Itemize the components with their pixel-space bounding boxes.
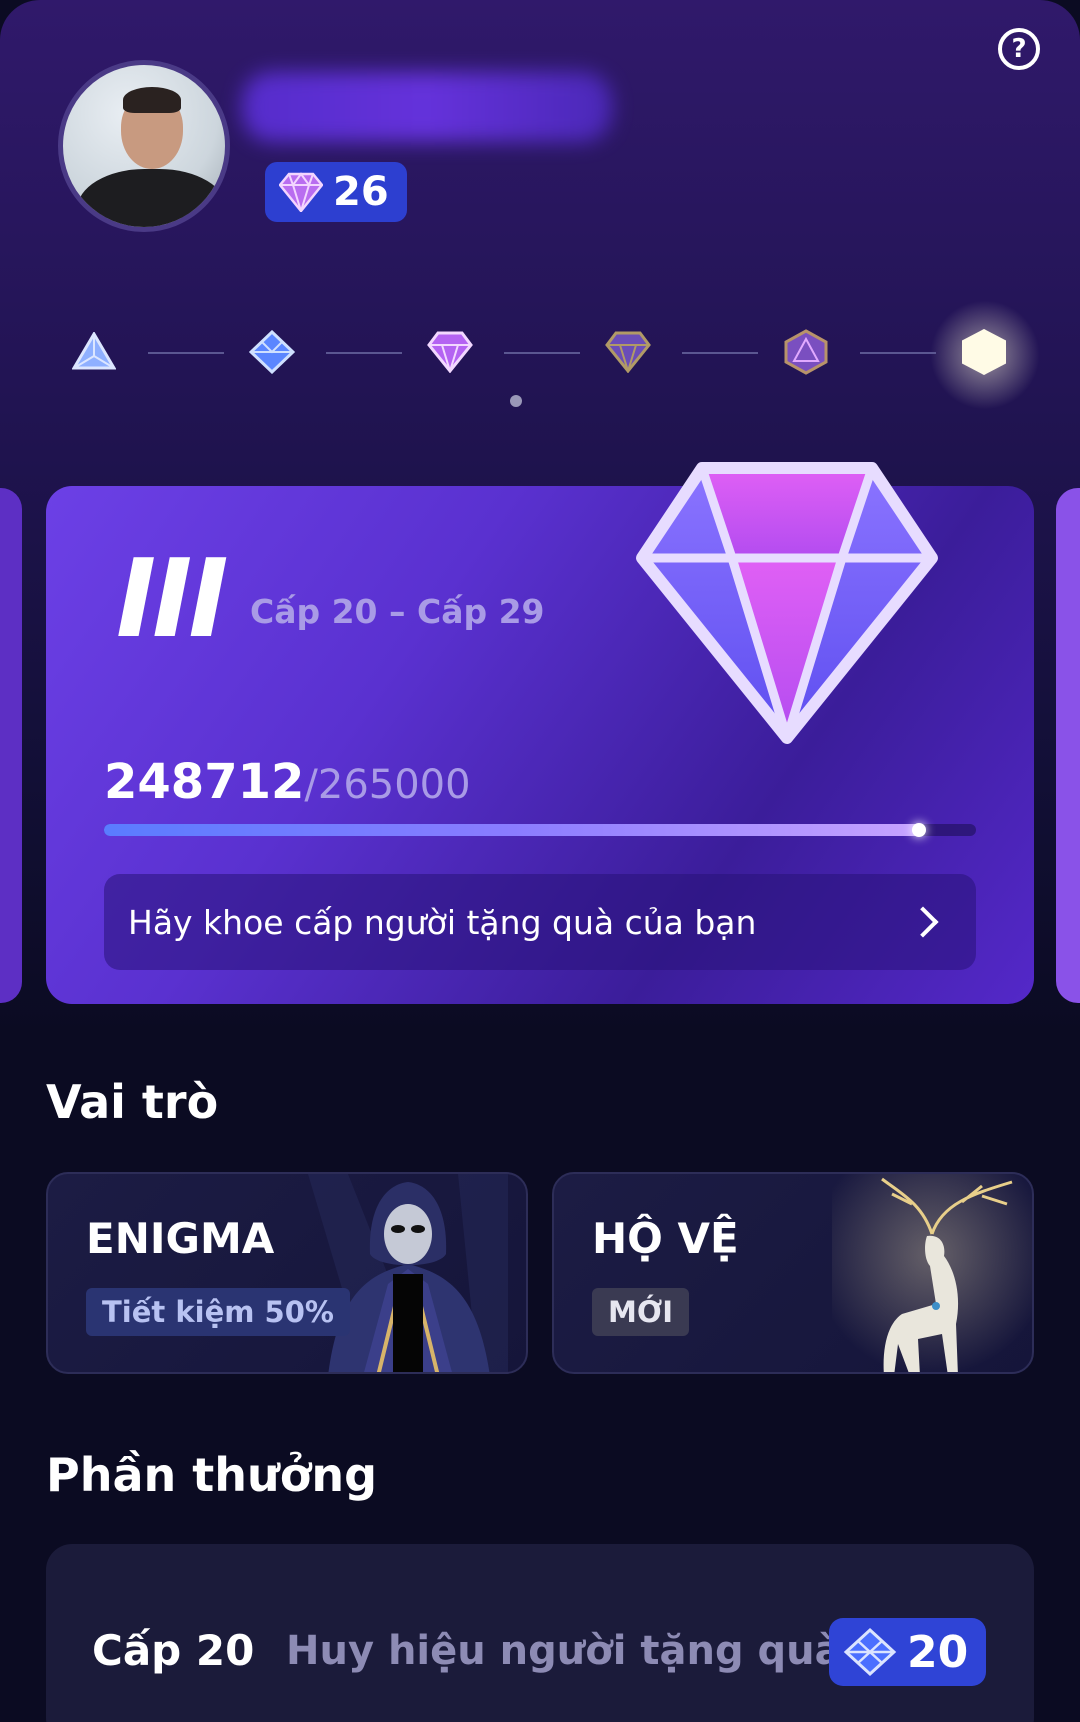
tier-3-purple-diamond-icon[interactable]	[426, 328, 474, 376]
tier-track	[70, 328, 1020, 407]
reward-badge-number: 20	[907, 1626, 969, 1678]
tier-2-blue-diamond-icon[interactable]	[248, 328, 296, 376]
progress-value: 248712/265000	[104, 754, 471, 810]
progress-current: 248712	[104, 754, 305, 810]
reward-badge: 20	[829, 1618, 987, 1686]
reward-row[interactable]: Cấp 20 Huy hiệu người tặng quà 20	[46, 1544, 1034, 1722]
role-card-ho-ve[interactable]: HỘ VỆ MỚI	[552, 1172, 1034, 1374]
gem-count-badge: 26	[265, 162, 407, 222]
reward-name: Huy hiệu người tặng quà	[286, 1628, 842, 1674]
share-level-button[interactable]: Hãy khoe cấp người tặng quà của bạn	[104, 874, 976, 970]
tier-roman-numeral: III	[116, 537, 229, 662]
rewards-section-title: Phần thưởng	[46, 1448, 378, 1502]
role-card-enigma[interactable]: ENIGMA Tiết kiệm 50%	[46, 1172, 528, 1374]
tier-5-bronze-gem-icon[interactable]	[782, 328, 830, 376]
diamond-icon	[279, 172, 323, 212]
progress-bar-fill	[104, 823, 927, 837]
role-name: HỘ VỆ	[592, 1214, 739, 1263]
tier-1-triangle-icon[interactable]	[70, 328, 118, 376]
next-tier-card[interactable]	[1056, 488, 1080, 1003]
current-tier-indicator	[510, 395, 522, 407]
role-tag: Tiết kiệm 50%	[86, 1288, 350, 1336]
reward-level: Cấp 20	[92, 1626, 255, 1675]
chevron-right-icon	[907, 906, 939, 938]
roles-section-title: Vai trò	[46, 1075, 219, 1129]
level-card: III Cấp 20 – Cấp 29 248712/265000 Hãy kh…	[46, 462, 1034, 1004]
role-name: ENIGMA	[86, 1214, 275, 1263]
new-badge: MỚI	[592, 1288, 689, 1336]
gem-count: 26	[333, 169, 389, 215]
tier-4-dark-diamond-icon[interactable]	[604, 328, 652, 376]
previous-tier-card[interactable]	[0, 488, 22, 1003]
diamond-icon	[636, 462, 938, 744]
glowing-deer-image	[832, 1174, 1032, 1372]
progress-total: /265000	[304, 762, 471, 808]
username-blurred	[242, 72, 612, 142]
diamond-icon	[843, 1627, 897, 1677]
question-circle-icon[interactable]: ?	[998, 28, 1040, 70]
masked-hooded-figure-image	[308, 1174, 508, 1372]
share-level-label: Hãy khoe cấp người tặng quà của bạn	[128, 902, 757, 942]
progress-bar	[104, 823, 976, 837]
avatar[interactable]	[58, 60, 230, 232]
tier-6-white-hexagon-icon[interactable]	[960, 328, 1008, 376]
gifter-level-screen: ? 26 III Cấp 20 – Cấp 29 248712/265000 H…	[0, 0, 1080, 1722]
tier-level-range: Cấp 20 – Cấp 29	[250, 592, 545, 631]
